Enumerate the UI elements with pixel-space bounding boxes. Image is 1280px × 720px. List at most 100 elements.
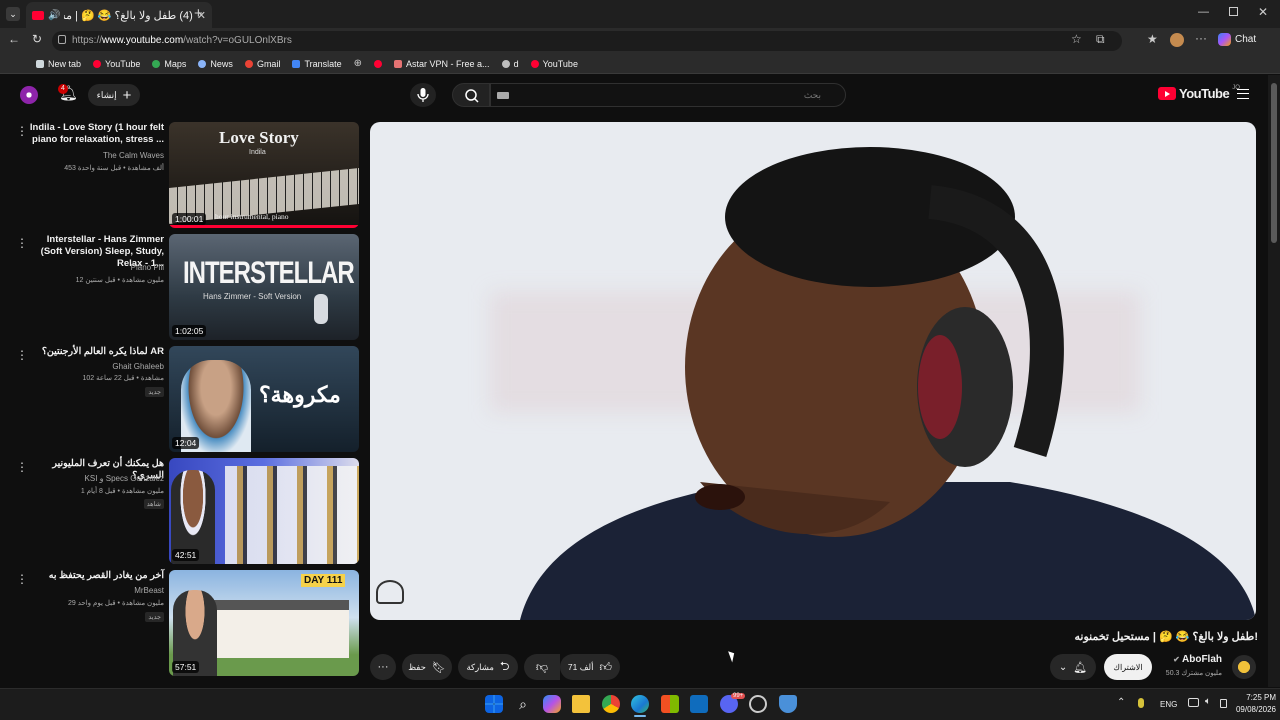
favorite-youtube[interactable]: YouTube <box>93 59 140 69</box>
list-item[interactable]: ⋮ لماذا يكره العالم الأرجنتين؟ AR Ghait … <box>0 346 360 454</box>
refresh-icon[interactable]: ↻ <box>32 32 42 46</box>
video-thumbnail[interactable]: INTERSTELLAR Hans Zimmer - Soft Version … <box>169 234 359 340</box>
favorite-label: YouTube <box>542 58 578 69</box>
close-window-icon[interactable]: ✕ <box>1258 5 1268 19</box>
settings-gear-icon[interactable] <box>749 695 767 713</box>
channel-avatar[interactable] <box>1232 655 1256 679</box>
favorite-label: Translate <box>304 58 342 69</box>
tray-overflow-icon[interactable]: ⌃ <box>1117 697 1125 708</box>
copilot-taskbar-icon[interactable] <box>543 695 561 713</box>
scrollbar-thumb[interactable] <box>1271 83 1277 243</box>
search-button[interactable] <box>452 83 490 107</box>
microphone-icon <box>417 88 429 102</box>
browser-tab[interactable]: 🔊 (4) طفل ولا بالغ؟ 😂 🤔 | مستح ✕ <box>26 2 212 28</box>
maximize-icon[interactable] <box>1229 7 1238 16</box>
start-windows-icon[interactable] <box>485 695 503 713</box>
verified-icon: ✔ <box>1173 655 1182 664</box>
subscribe-button[interactable]: الاشتراك <box>1104 654 1152 680</box>
save-button[interactable]: حفظ 🔖︎ <box>402 654 452 680</box>
guide-menu-icon[interactable] <box>1237 89 1249 99</box>
favorite-globe[interactable]: ⊕ <box>354 58 362 69</box>
chrome-icon[interactable] <box>602 695 620 713</box>
thumb-title: مكروهة؟ <box>259 382 341 407</box>
favorite-new-tab[interactable]: New tab <box>36 59 81 69</box>
page-scrollbar[interactable] <box>1268 75 1280 687</box>
keyboard-icon[interactable] <box>497 92 509 99</box>
favorite-gmail[interactable]: Gmail <box>244 59 280 69</box>
dislike-button[interactable]: 👎︎ <box>524 654 560 680</box>
tab-actions-icon[interactable]: ⌄ <box>6 7 20 21</box>
microphone-tray-icon[interactable] <box>1138 698 1144 708</box>
channel-name[interactable]: ✔ AboFlah <box>1160 654 1222 665</box>
list-item[interactable]: ⋮ Interstellar - Hans Zimmer (Soft Versi… <box>0 234 360 342</box>
minimize-icon[interactable]: — <box>1198 6 1209 18</box>
copilot-chat-button[interactable]: Chat <box>1218 33 1256 46</box>
voice-search-button[interactable] <box>410 83 436 107</box>
language-indicator[interactable]: ENG <box>1160 700 1177 709</box>
profile-avatar[interactable] <box>1170 33 1184 47</box>
video-thumbnail[interactable]: مكروهة؟ 12:04 <box>169 346 359 452</box>
account-avatar[interactable] <box>20 86 38 104</box>
url-input[interactable]: https://www.youtube.com/watch?v=oGULOnlX… <box>52 31 1122 51</box>
taskbar-search-icon[interactable]: ⌕ <box>514 695 532 713</box>
channel-name[interactable]: MrBeast <box>26 586 164 595</box>
youtube-logo[interactable]: YouTube JO <box>1158 85 1240 101</box>
favorite-news[interactable]: News <box>198 59 233 69</box>
back-icon[interactable]: ← <box>8 32 20 46</box>
speaker-icon[interactable]: 🔊 <box>48 10 60 21</box>
channel-name[interactable]: KSI و Specs Gonzalez <box>26 474 164 483</box>
favorite-label: News <box>210 58 233 69</box>
video-title[interactable]: لماذا يكره العالم الأرجنتين؟ AR <box>26 346 164 358</box>
thumb-subtitle: Hans Zimmer - Soft Version <box>203 292 302 301</box>
address-toolbar: ← ↻ https://www.youtube.com/watch?v=oGUL… <box>0 28 1280 54</box>
video-title[interactable]: آخر من يغادر القصر يحتفظ به <box>26 570 164 582</box>
store-icon[interactable] <box>661 695 679 713</box>
new-tab-button[interactable]: + <box>194 5 203 22</box>
favorite-translate[interactable]: Translate <box>292 58 342 69</box>
url-host: www.youtube.com <box>102 35 184 46</box>
file-explorer-icon[interactable] <box>572 695 590 713</box>
favorite-astar-vpn[interactable]: Astar VPN - Free a... <box>394 59 490 69</box>
favorite-youtube-3[interactable]: YouTube <box>530 58 578 69</box>
channel-name-text: AboFlah <box>1182 654 1222 665</box>
favorite-maps[interactable]: Maps <box>152 59 186 69</box>
video-thumbnail[interactable]: DAY 111 57:51 <box>169 570 359 676</box>
more-actions-button[interactable]: ··· <box>370 654 396 680</box>
favorite-youtube-2[interactable] <box>374 59 383 68</box>
list-item[interactable]: ⋮ Indila - Love Story (1 hour felt piano… <box>0 122 360 230</box>
wifi-icon[interactable] <box>1188 698 1199 707</box>
astronaut-image <box>314 294 328 324</box>
share-arrow-icon: ⮌ <box>499 658 510 673</box>
clock-time[interactable]: 7:25 PM <box>1228 693 1276 702</box>
video-thumbnail[interactable]: Love Story Indila hour instrumental, pia… <box>169 122 359 228</box>
collections-icon[interactable]: ★ <box>1147 32 1158 46</box>
site-info-icon[interactable] <box>58 35 66 44</box>
search-input[interactable]: بحث <box>490 83 846 107</box>
mail-icon[interactable] <box>690 695 708 713</box>
list-item[interactable]: ⋮ هل يمكنك أن تعرف المليونير السري؟ KSI … <box>0 458 360 566</box>
favorite-label: Astar VPN - Free a... <box>406 58 490 69</box>
volume-icon[interactable]: 🔈︎ <box>1205 696 1211 707</box>
video-title[interactable]: Indila - Love Story (1 hour felt piano f… <box>26 122 164 146</box>
create-button[interactable]: إنشاء + <box>88 84 140 106</box>
like-button[interactable]: 71 ألف 👍︎ <box>560 654 620 680</box>
video-meta: 29 مليون مشاهدة • قبل يوم واحد <box>68 600 164 607</box>
channel-name[interactable]: Ghait Ghaleeb <box>26 362 164 371</box>
channel-watermark-icon[interactable] <box>376 580 404 604</box>
extensions-icon[interactable]: ⧉ <box>1096 32 1105 47</box>
video-player[interactable] <box>370 122 1256 620</box>
security-shield-icon[interactable] <box>779 695 797 713</box>
more-menu-icon[interactable]: ··· <box>1195 31 1207 45</box>
video-frame-image <box>520 147 1256 620</box>
channel-name[interactable]: The Calm Waves <box>26 151 164 160</box>
share-button[interactable]: مشاركة ⮌ <box>458 654 518 680</box>
list-item[interactable]: ⋮ آخر من يغادر القصر يحتفظ به MrBeast 29… <box>0 570 360 678</box>
notifications-toggle-button[interactable]: ⌄ 🔔︎ <box>1050 654 1096 680</box>
thumb-caption: hour instrumental, piano <box>215 212 289 221</box>
edge-icon[interactable] <box>631 695 649 713</box>
favorite-star-icon[interactable]: ☆ <box>1071 32 1082 46</box>
clock-date[interactable]: 09/08/2026 <box>1226 705 1276 714</box>
channel-name[interactable]: Piano Pill <box>26 263 164 272</box>
favorite-d[interactable]: d <box>501 59 519 69</box>
video-thumbnail[interactable]: 42:51 <box>169 458 359 564</box>
